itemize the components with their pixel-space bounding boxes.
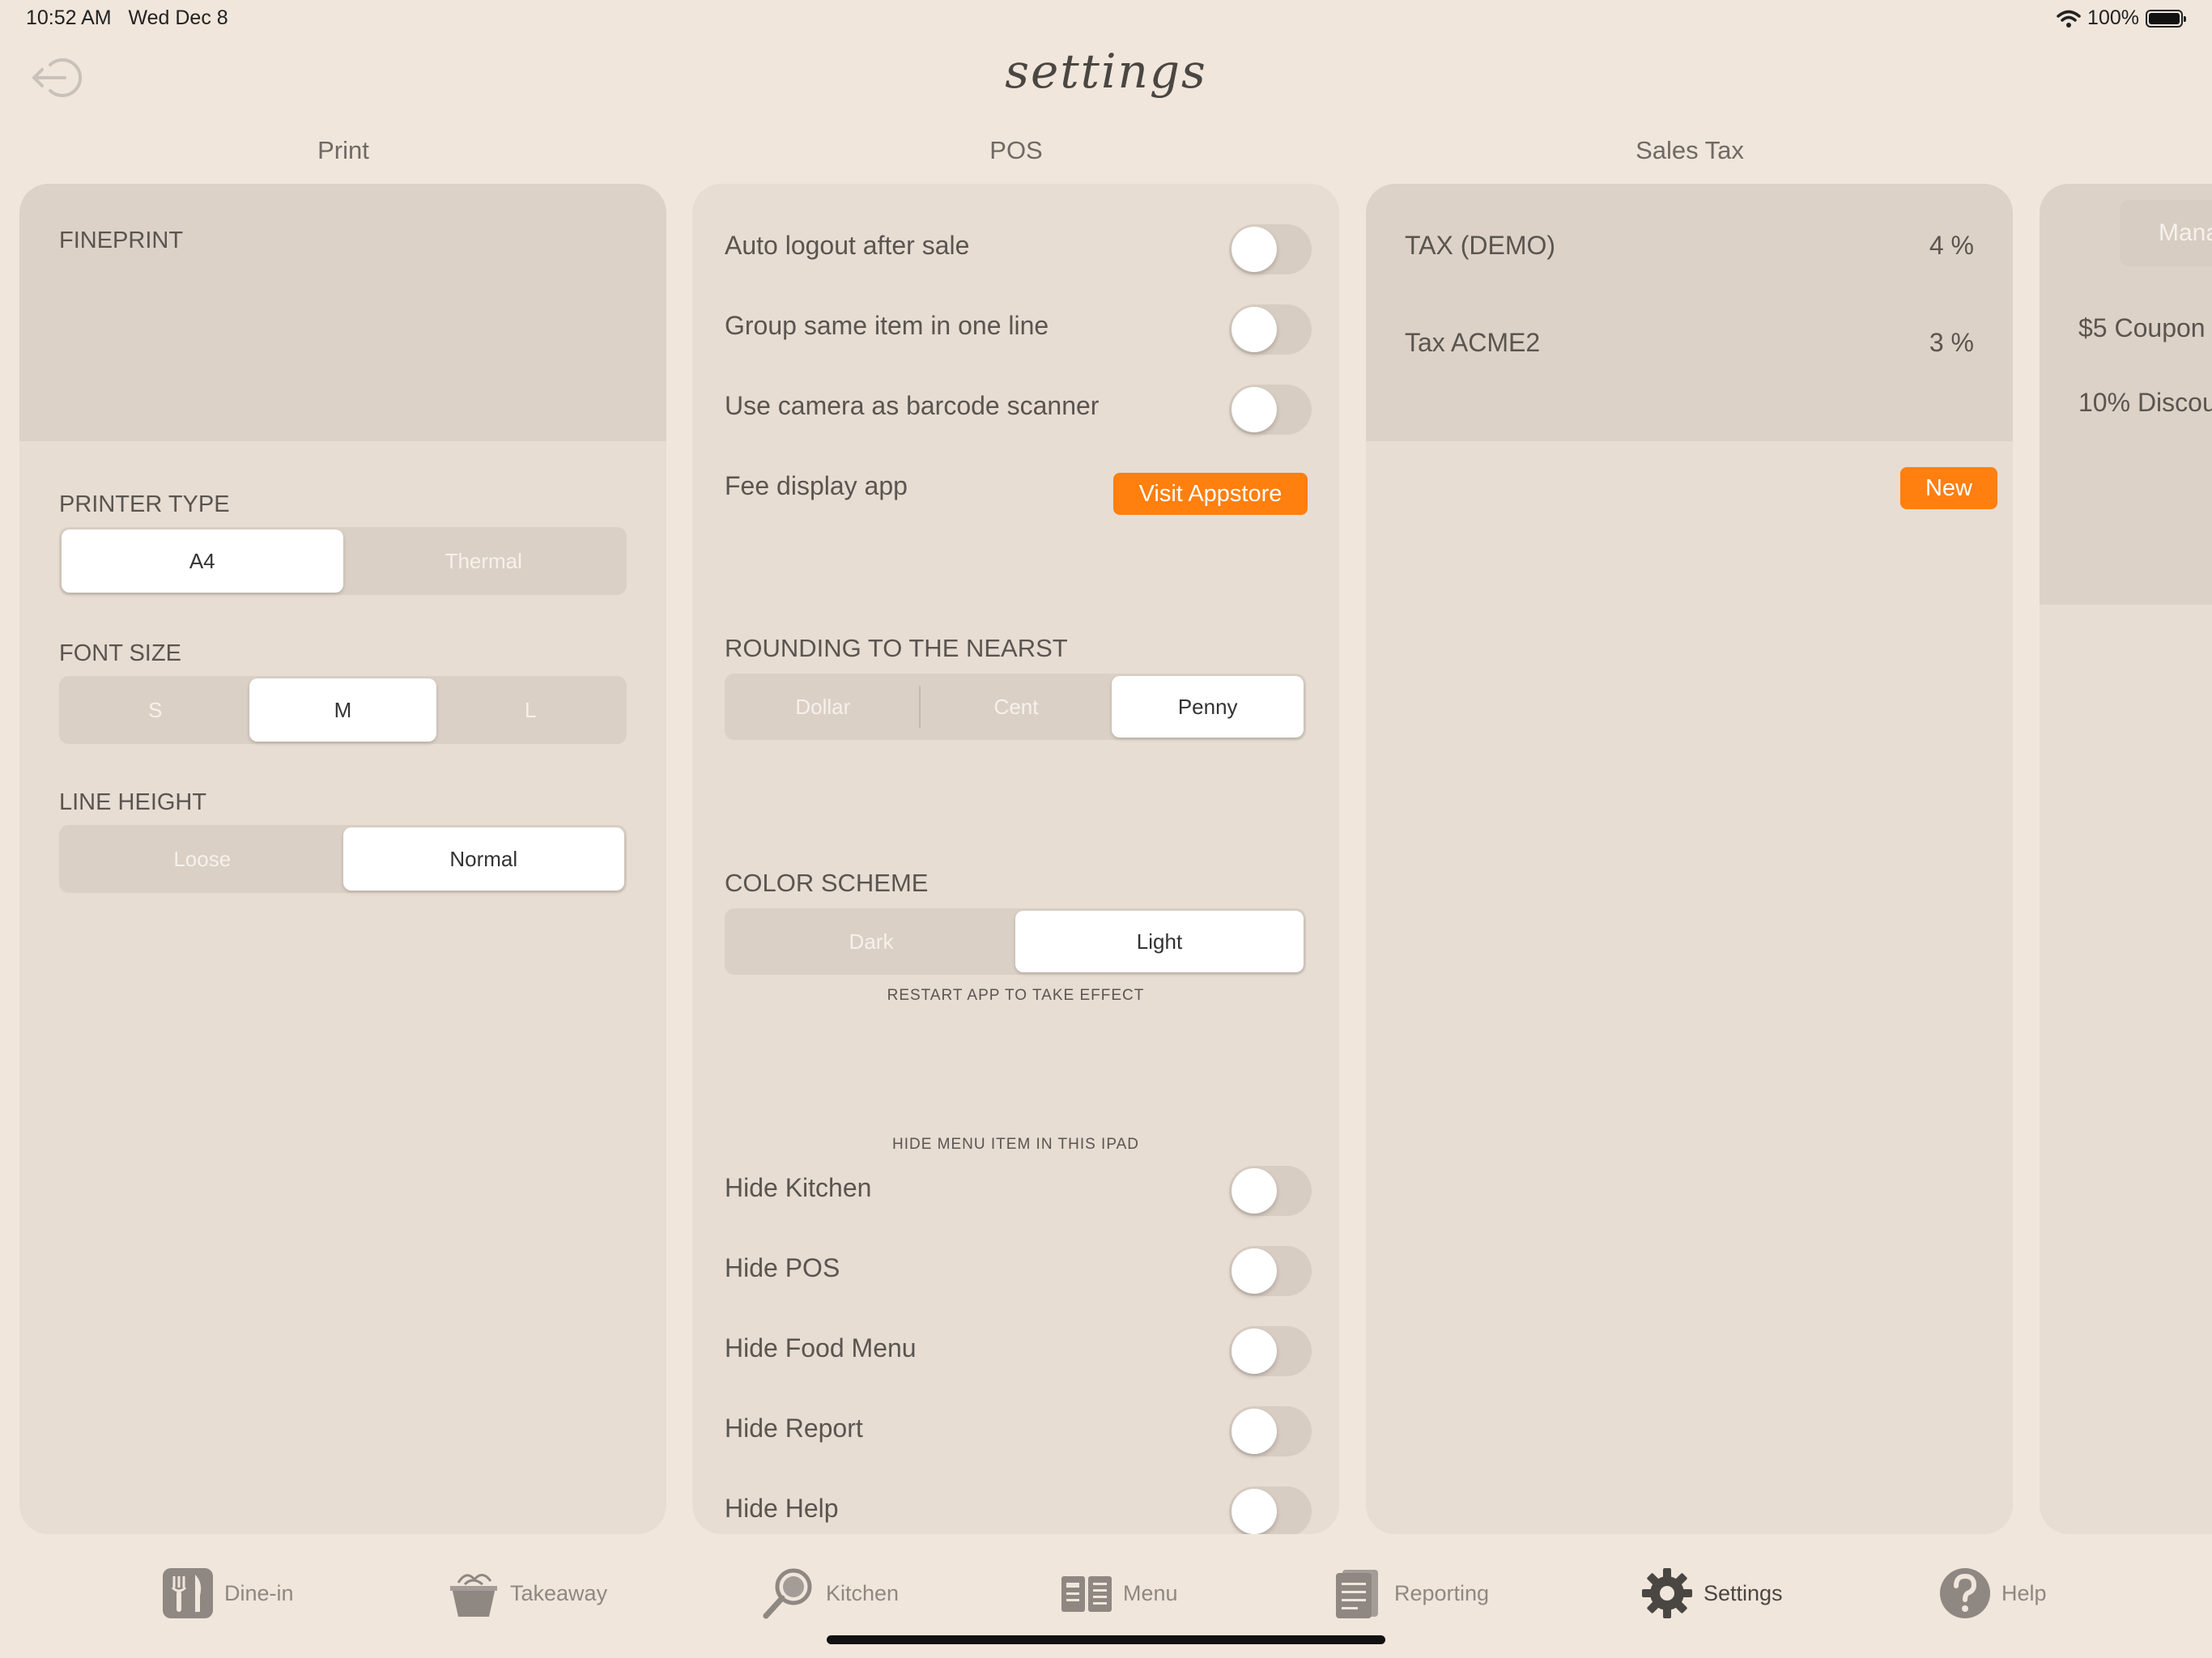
tax-item-rate: 3 %: [1929, 328, 1974, 357]
discount-item[interactable]: 10% Discount: [2078, 388, 2212, 418]
line-height-selector: Loose Normal: [59, 825, 627, 893]
color-scheme-dark[interactable]: Dark: [727, 911, 1015, 972]
tab-menu[interactable]: Menu: [1060, 1565, 1178, 1622]
sales-tax-column-title: Sales Tax: [1636, 136, 1744, 164]
line-height-label: LINE HEIGHT: [59, 789, 207, 815]
pos-column-title: POS: [989, 136, 1043, 164]
group-same-label: Group same item in one line: [725, 311, 1049, 340]
battery-icon: [2146, 9, 2186, 28]
font-size-s[interactable]: S: [62, 678, 249, 742]
restart-note: RESTART APP TO TAKE EFFECT: [887, 987, 1145, 1004]
fee-display-label: Fee display app: [725, 471, 908, 500]
time-text: 10:52 AM: [26, 6, 112, 29]
tab-kitchen[interactable]: Kitchen: [761, 1565, 899, 1622]
battery-percent: 100%: [2087, 6, 2139, 29]
hide-food-menu-label: Hide Food Menu: [725, 1333, 917, 1363]
manage-discounts-button[interactable]: Manage: [2120, 200, 2212, 266]
tab-label: Reporting: [1394, 1580, 1490, 1605]
pos-panel: Auto logout after sale Group same item i…: [692, 184, 1339, 1534]
menu-book-icon: [1061, 1576, 1112, 1612]
hide-help-label: Hide Help: [725, 1494, 839, 1523]
tab-takeaway[interactable]: Takeaway: [447, 1565, 607, 1622]
tab-label: Takeaway: [510, 1580, 608, 1605]
printer-type-selector: A4 Thermal: [59, 527, 627, 595]
tax-list: [1366, 184, 2013, 441]
font-size-label: FONT SIZE: [59, 640, 181, 666]
hide-report-label: Hide Report: [725, 1414, 863, 1443]
tax-item-rate: 4 %: [1929, 231, 1974, 260]
use-camera-label: Use camera as barcode scanner: [725, 391, 1100, 420]
rounding-cent[interactable]: Cent: [921, 676, 1112, 738]
home-indicator: [827, 1635, 1385, 1644]
tab-label: Help: [2001, 1580, 2047, 1605]
color-scheme-label: COLOR SCHEME: [725, 869, 929, 897]
hide-pos-label: Hide POS: [725, 1253, 840, 1282]
status-indicators: 100%: [2057, 6, 2186, 30]
date-text: Wed Dec 8: [128, 6, 228, 29]
print-column-title: Print: [317, 136, 369, 164]
rounding-label: ROUNDING TO THE NEARST: [725, 634, 1068, 662]
hide-kitchen-toggle[interactable]: [1229, 1166, 1312, 1216]
hide-report-toggle[interactable]: [1229, 1406, 1312, 1456]
line-height-loose[interactable]: Loose: [62, 827, 343, 891]
tax-item-name[interactable]: TAX (DEMO): [1405, 231, 1555, 261]
tab-reporting[interactable]: Reporting: [1331, 1565, 1489, 1622]
printer-type-a4[interactable]: A4: [62, 529, 343, 593]
font-size-l[interactable]: L: [436, 678, 624, 742]
auto-logout-label: Auto logout after sale: [725, 231, 970, 260]
printer-type-thermal[interactable]: Thermal: [343, 529, 625, 593]
tax-item-name[interactable]: Tax ACME2: [1405, 328, 1540, 358]
noodle-box-icon: [450, 1574, 497, 1617]
tab-help[interactable]: Help: [1938, 1565, 2047, 1622]
discounts-panel: Manage $5 Coupon 10% Discount: [2040, 184, 2212, 1534]
tab-dine-in[interactable]: Dine-in: [161, 1565, 294, 1622]
print-panel: FINEPRINT PRINTER TYPE A4 Thermal FONT S…: [19, 184, 666, 1534]
status-time: 10:52 AM Wed Dec 8: [26, 6, 228, 30]
tab-label: Menu: [1123, 1580, 1178, 1605]
report-document-icon: [1336, 1570, 1378, 1618]
auto-logout-toggle[interactable]: [1229, 224, 1312, 274]
tab-label: Dine-in: [224, 1580, 294, 1605]
page-title: settings: [1005, 44, 1207, 99]
rounding-penny[interactable]: Penny: [1112, 676, 1304, 738]
fineprint-label: FINEPRINT: [59, 227, 184, 253]
visit-appstore-button[interactable]: Visit Appstore: [1113, 473, 1308, 515]
hide-help-toggle[interactable]: [1229, 1486, 1312, 1534]
discount-item[interactable]: $5 Coupon: [2078, 313, 2206, 343]
rounding-dollar[interactable]: Dollar: [727, 676, 919, 738]
hide-menu-caption: HIDE MENU ITEM IN THIS IPAD: [892, 1136, 1139, 1153]
rounding-selector: Dollar Cent Penny: [725, 674, 1306, 740]
font-size-m[interactable]: M: [249, 678, 437, 742]
printer-type-label: PRINTER TYPE: [59, 491, 230, 517]
sales-tax-panel: TAX (DEMO) 4 % Tax ACME2 3 % New: [1366, 184, 2013, 1534]
font-size-selector: S M L: [59, 676, 627, 744]
hide-kitchen-label: Hide Kitchen: [725, 1173, 872, 1202]
wifi-icon: [2057, 10, 2081, 28]
fork-knife-icon: [163, 1568, 213, 1618]
color-scheme-light[interactable]: Light: [1015, 911, 1304, 972]
tab-label: Kitchen: [826, 1580, 900, 1605]
hide-food-menu-toggle[interactable]: [1229, 1326, 1312, 1376]
help-icon: [1940, 1568, 1990, 1618]
line-height-normal[interactable]: Normal: [342, 827, 624, 891]
tab-settings[interactable]: Settings: [1640, 1565, 1783, 1622]
use-camera-toggle[interactable]: [1229, 385, 1312, 435]
fineprint-area[interactable]: [19, 184, 666, 441]
hide-pos-toggle[interactable]: [1229, 1246, 1312, 1296]
group-same-toggle[interactable]: [1229, 304, 1312, 355]
new-tax-button[interactable]: New: [1900, 467, 1997, 509]
pan-icon: [763, 1568, 812, 1619]
color-scheme-selector: Dark Light: [725, 908, 1306, 975]
gear-icon: [1642, 1568, 1692, 1618]
tab-label: Settings: [1704, 1580, 1783, 1605]
